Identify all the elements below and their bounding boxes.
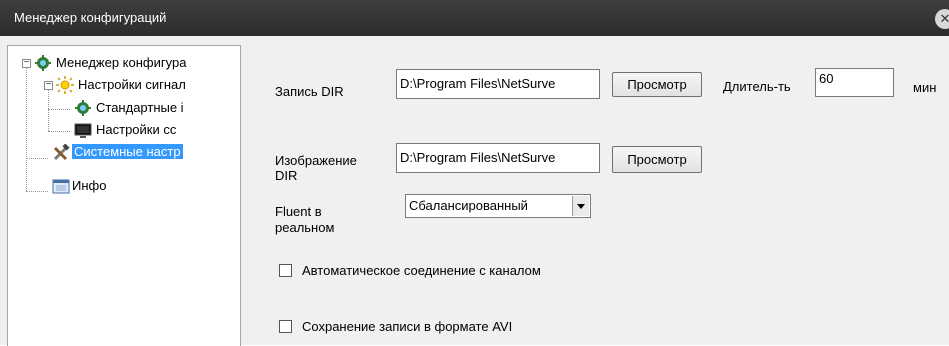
duration-unit: мин: [913, 80, 937, 95]
record-dir-label: Запись DIR: [275, 84, 344, 99]
config-tree[interactable]: − Менеджер конфигура − Настройки сигнал: [7, 45, 241, 346]
tree-item-label: Инфо: [72, 178, 107, 193]
tree-item-label: Настройки сигнал: [78, 77, 186, 92]
save-avi-checkbox[interactable]: [279, 320, 292, 333]
gear-icon: [75, 100, 91, 116]
duration-label: Длитель-ть: [723, 79, 791, 94]
tree-item-root[interactable]: Менеджер конфигура: [56, 53, 186, 73]
tree-item-system-settings[interactable]: Системные настр: [72, 142, 183, 162]
tree-item-label: Системные настр: [72, 144, 183, 159]
tree-connector: [48, 109, 70, 110]
fluent-select-value: Сбалансированный: [409, 198, 528, 213]
tree-connector: [26, 158, 48, 159]
record-dir-input[interactable]: D:\Program Files\NetSurve: [396, 69, 600, 99]
record-dir-browse-button[interactable]: Просмотр: [612, 72, 702, 97]
fluent-label: Fluent в: [275, 204, 322, 219]
alarm-sun-icon: [56, 76, 74, 94]
collapse-icon[interactable]: −: [22, 58, 31, 68]
image-dir-label: Изображение: [275, 153, 357, 168]
auto-connect-label: Автоматическое соединение с каналом: [302, 263, 541, 278]
tree-connector: [26, 191, 48, 192]
window-title: Менеджер конфигураций: [14, 10, 167, 25]
image-dir-label-line2: DIR: [275, 168, 298, 183]
image-dir-input[interactable]: D:\Program Files\NetSurve: [396, 143, 600, 173]
tree-item-info[interactable]: Инфо: [72, 176, 106, 196]
tree-item-label: Менеджер конфигура: [56, 55, 187, 70]
fluent-select[interactable]: Сбалансированный: [405, 194, 591, 218]
tools-icon: [53, 144, 70, 161]
collapse-icon[interactable]: −: [44, 80, 53, 90]
window-body: − Менеджер конфигура − Настройки сигнал: [0, 36, 949, 346]
splitter[interactable]: [241, 45, 253, 345]
tree-item-device-settings[interactable]: Настройки сс: [96, 120, 176, 140]
tree-item-label: Стандартные і: [96, 100, 184, 115]
auto-connect-checkbox[interactable]: [279, 264, 292, 277]
gear-icon: [35, 55, 51, 71]
monitor-icon: [74, 123, 92, 138]
tree-item-label: Настройки сс: [96, 122, 177, 137]
tree-item-alarm-settings[interactable]: Настройки сигнал: [78, 75, 186, 95]
tree-connector: [26, 64, 27, 191]
image-dir-browse-button[interactable]: Просмотр: [612, 146, 702, 173]
tree-connector: [48, 131, 70, 132]
chevron-down-icon[interactable]: [572, 196, 589, 216]
tree-item-standard[interactable]: Стандартные і: [96, 98, 184, 118]
info-window-icon: [52, 179, 70, 194]
fluent-label-line2: реальном: [275, 220, 335, 235]
save-avi-label: Сохранение записи в формате AVI: [302, 319, 513, 334]
title-bar: Менеджер конфигураций ✕: [0, 0, 949, 36]
close-icon[interactable]: ✕: [935, 9, 949, 29]
duration-input[interactable]: 60: [815, 68, 894, 97]
